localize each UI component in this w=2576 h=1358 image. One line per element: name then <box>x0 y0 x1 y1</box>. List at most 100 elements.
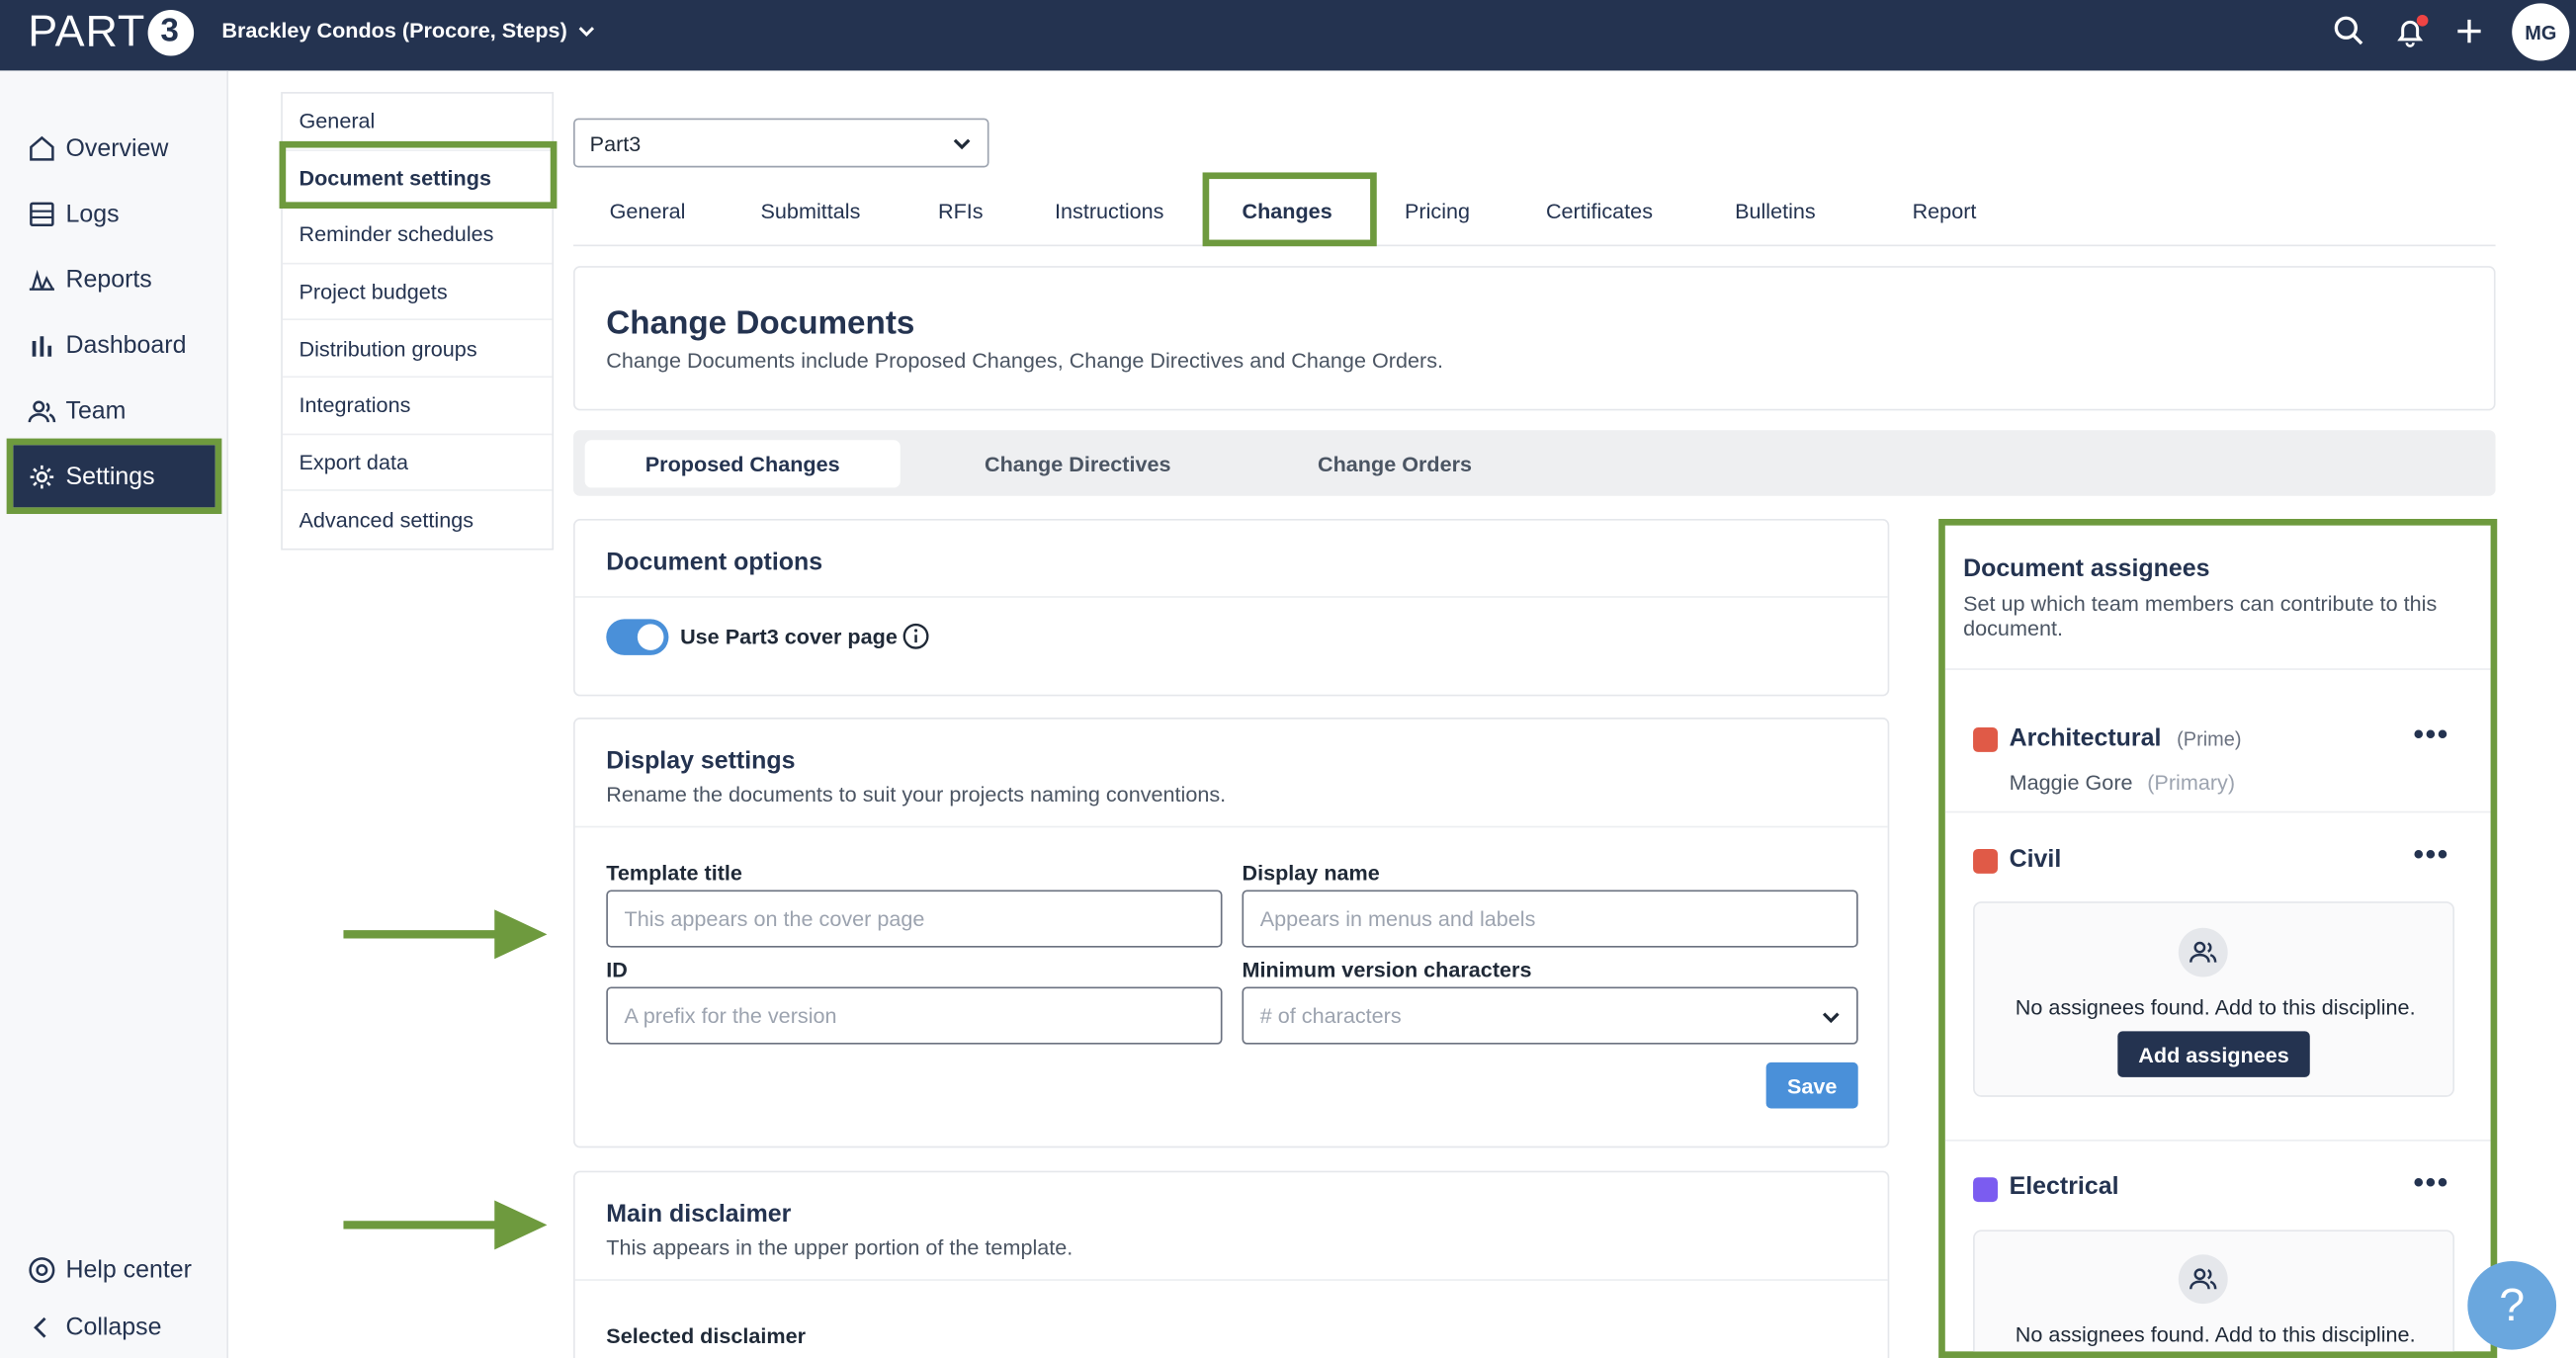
help-center-link[interactable]: Help center <box>13 1238 215 1301</box>
chevron-left-icon <box>34 1316 46 1337</box>
nav-item-team[interactable]: Team <box>13 380 215 442</box>
collapse-label: Collapse <box>65 1313 162 1341</box>
project-name: Brackley Condos (Procore, Steps) <box>221 18 567 43</box>
discipline-name: Civil <box>2009 845 2062 874</box>
nav-item-overview[interactable]: Overview <box>13 117 215 179</box>
organization-select-value: Part3 <box>589 130 642 156</box>
notification-dot <box>2416 14 2429 27</box>
tab-bulletins[interactable]: Bulletins <box>1735 199 1816 223</box>
display-name-input[interactable]: Appears in menus and labels <box>1242 890 1858 948</box>
tab-certificates[interactable]: Certificates <box>1546 199 1653 223</box>
save-button[interactable]: Save <box>1765 1061 1858 1109</box>
min-version-label: Minimum version characters <box>1242 957 1532 982</box>
document-options-title: Document options <box>606 548 823 577</box>
collapse-button[interactable]: Collapse <box>13 1296 215 1358</box>
top-bar: PART 3 Brackley Condos (Procore, Steps) … <box>0 0 2576 71</box>
empty-assignees-box: No assignees found. Add to this discipli… <box>1973 901 2455 1097</box>
cover-page-toggle[interactable] <box>606 619 669 655</box>
page-title: Change Documents <box>606 305 915 342</box>
tab-pricing[interactable]: Pricing <box>1405 199 1470 223</box>
more-options-icon[interactable]: ••• <box>2413 837 2448 872</box>
discipline-name: Electrical <box>2009 1172 2119 1201</box>
search-icon[interactable] <box>2333 15 2365 47</box>
help-center-label: Help center <box>65 1255 192 1284</box>
assignee-role: (Primary) <box>2147 770 2236 796</box>
tab-instructions[interactable]: Instructions <box>1055 199 1163 223</box>
more-options-icon[interactable]: ••• <box>2413 718 2448 752</box>
tab-submittals[interactable]: Submittals <box>761 199 861 223</box>
logo-text: PART <box>28 6 146 56</box>
subnav-item-integrations[interactable]: Integrations <box>282 378 553 435</box>
plus-icon[interactable] <box>2452 15 2485 47</box>
more-options-icon[interactable]: ••• <box>2413 1166 2448 1201</box>
id-input[interactable]: A prefix for the version <box>606 986 1223 1045</box>
nav-item-reports[interactable]: Reports <box>13 248 215 310</box>
left-nav: Overview Logs Reports Dashboard Team Set… <box>0 70 229 1358</box>
add-assignees-button[interactable]: Add assignees <box>2117 1031 2310 1077</box>
document-assignees-panel: Document assignees Set up which team mem… <box>1938 519 2498 1358</box>
discipline-color-swatch <box>1973 727 1998 752</box>
bar-chart-icon <box>32 335 52 356</box>
question-icon: ? <box>2499 1279 2526 1330</box>
people-icon <box>2178 1254 2228 1305</box>
empty-assignees-text: No assignees found. Add to this discipli… <box>2015 994 2416 1020</box>
subnav-item-distribution-groups[interactable]: Distribution groups <box>282 321 553 379</box>
highlight-box <box>1202 172 1377 247</box>
tab-general[interactable]: General <box>610 199 686 223</box>
nav-label: Reports <box>65 265 152 294</box>
display-settings-subtitle: Rename the documents to suit your projec… <box>606 781 1227 806</box>
min-version-placeholder: # of characters <box>1259 1003 1402 1029</box>
gear-icon <box>30 465 54 488</box>
tab-report[interactable]: Report <box>1913 199 1977 223</box>
selected-disclaimer-label: Selected disclaimer <box>606 1323 807 1349</box>
main-disclaimer-card: Main disclaimer This appears in the uppe… <box>573 1170 1890 1358</box>
chevron-down-icon <box>579 26 595 37</box>
highlight-box <box>279 140 558 209</box>
organization-select[interactable]: Part3 <box>573 118 989 168</box>
subnav-item-export-data[interactable]: Export data <box>282 435 553 492</box>
nav-label: Logs <box>65 199 120 228</box>
nav-label: Dashboard <box>65 330 187 360</box>
team-icon <box>28 399 56 422</box>
assignees-title: Document assignees <box>1963 554 2210 583</box>
arrow-annotation <box>343 1200 548 1250</box>
discipline-name: Architectural <box>2009 723 2162 752</box>
nav-label: Settings <box>65 462 155 490</box>
avatar[interactable]: MG <box>2512 3 2570 61</box>
min-version-select[interactable]: # of characters <box>1242 986 1858 1045</box>
segment-change-directives[interactable]: Change Directives <box>921 440 1234 487</box>
cover-page-toggle-label: Use Part3 cover page <box>680 624 898 649</box>
reports-icon <box>29 269 54 291</box>
discipline-tag: (Prime) <box>2177 727 2242 751</box>
logo-badge: 3 <box>146 9 194 55</box>
template-title-input[interactable]: This appears on the cover page <box>606 890 1223 948</box>
discipline-color-swatch <box>1973 1177 1998 1203</box>
main-disclaimer-title: Main disclaimer <box>606 1200 792 1229</box>
subnav-item-advanced-settings[interactable]: Advanced settings <box>283 491 553 548</box>
nav-item-dashboard[interactable]: Dashboard <box>13 313 215 376</box>
document-type-tabs: General Submittals RFIs Instructions Cha… <box>573 177 2496 247</box>
nav-item-logs[interactable]: Logs <box>13 182 215 244</box>
page-subtitle: Change Documents include Proposed Change… <box>606 348 1444 374</box>
empty-assignees-text: No assignees found. Add to this discipli… <box>2015 1321 2416 1347</box>
nav-label: Team <box>65 396 127 425</box>
chevron-down-icon <box>1822 1012 1840 1024</box>
tab-rfis[interactable]: RFIs <box>938 199 984 223</box>
help-button[interactable]: ? <box>2467 1260 2557 1350</box>
segment-proposed-changes[interactable]: Proposed Changes <box>584 440 901 488</box>
chevron-down-icon <box>953 138 971 150</box>
document-options-card: Document options Use Part3 cover page <box>573 519 1890 697</box>
people-icon <box>2178 927 2228 977</box>
segment-change-orders[interactable]: Change Orders <box>1239 440 1551 487</box>
info-icon[interactable] <box>902 623 929 650</box>
display-settings-card: Display settings Rename the documents to… <box>573 718 1890 1148</box>
part3-logo[interactable]: PART 3 <box>28 6 194 58</box>
subnav-item-project-budgets[interactable]: Project budgets <box>282 264 553 321</box>
subnav-item-reminder-schedules[interactable]: Reminder schedules <box>282 208 553 265</box>
empty-assignees-box: No assignees found. Add to this discipli… <box>1973 1230 2455 1352</box>
nav-item-settings[interactable]: Settings <box>6 438 222 515</box>
display-name-label: Display name <box>1242 860 1380 886</box>
project-selector[interactable]: Brackley Condos (Procore, Steps) <box>221 18 596 42</box>
template-title-label: Template title <box>606 860 742 886</box>
id-label: ID <box>606 957 628 982</box>
